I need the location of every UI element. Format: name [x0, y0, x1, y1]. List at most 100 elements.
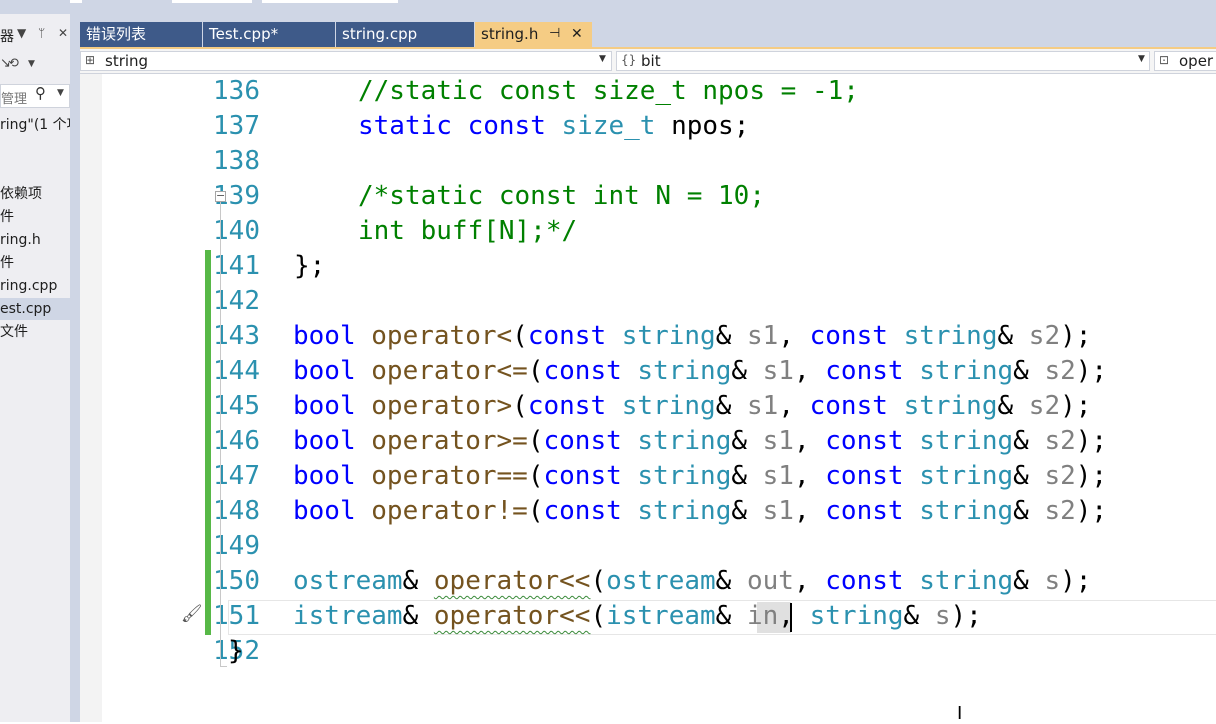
code-line-137: 137 static const size_t npos; [80, 109, 1216, 144]
tree-item[interactable]: 件 [0, 252, 70, 274]
type-name: size_t [561, 111, 656, 141]
code-line-150: 150 ostream& operator<<(ostream& out, co… [80, 564, 1216, 599]
code-line-136: 136 //static const size_t npos = -1; [80, 74, 1216, 109]
tree-item-selected[interactable]: est.cpp [0, 298, 70, 320]
tab-label: string.cpp [342, 25, 418, 43]
type-name: ostream [293, 566, 403, 596]
tab-test-cpp[interactable]: Test.cpp* [203, 22, 335, 47]
close-icon[interactable]: ✕ [571, 22, 583, 46]
close-paren: ); [1075, 426, 1108, 456]
tab-label: Test.cpp* [209, 25, 279, 43]
param-name: s2 [1028, 321, 1061, 351]
ampersand: & [1013, 356, 1029, 386]
param-name: s1 [762, 496, 794, 526]
ampersand: & [715, 321, 732, 351]
close-icon[interactable]: ✕ [58, 26, 68, 40]
pin-icon[interactable]: ᛘ [38, 26, 45, 40]
param-name: s [934, 601, 951, 631]
function-name: operator> [371, 391, 513, 421]
paren: ( [527, 496, 544, 526]
chevron-down-icon[interactable]: ▼ [599, 54, 606, 64]
ampersand: & [715, 391, 732, 421]
tree-item[interactable]: 依赖项 [0, 183, 70, 205]
close-paren: ); [1075, 356, 1108, 386]
paren: ( [527, 356, 544, 386]
ampersand: & [1013, 566, 1029, 596]
type-name: string [903, 391, 998, 421]
tree-item[interactable]: ring.h [0, 229, 70, 251]
param-name: out [746, 566, 794, 596]
title-strip-segment [70, 0, 82, 3]
member-dropdown[interactable]: {} bit ▼ [616, 51, 1150, 71]
panel-splitter[interactable] [70, 14, 80, 722]
tree-item[interactable]: ring"(1 个项 [0, 114, 70, 136]
brush-icon[interactable]: 🖌 [181, 604, 203, 624]
code-line-140: 140 int buff[N];*/ [80, 214, 1216, 249]
code-line-143: 143 bool operator<(const string& s1, con… [80, 319, 1216, 354]
keyword: static [358, 111, 452, 141]
code-text: } [228, 636, 244, 666]
dropdown-icon[interactable]: ▼ [17, 26, 26, 40]
keyword: const [825, 461, 904, 491]
type-name: string [903, 321, 998, 351]
search-input[interactable]: 管理 ⚲ ▼ [0, 84, 70, 108]
chevron-down-icon[interactable]: ▼ [57, 88, 64, 98]
title-strip [0, 0, 1216, 14]
ampersand: & [402, 601, 419, 631]
function-name: operator>= [371, 426, 528, 456]
line-number: 144 [213, 356, 260, 386]
keyword: const [809, 321, 888, 351]
chevron-down-icon[interactable]: ▼ [1138, 54, 1145, 64]
keyword: const [825, 426, 904, 456]
close-paren: ); [950, 601, 982, 631]
chevron-down-icon[interactable]: ▼ [28, 59, 35, 69]
code-editor[interactable]: 136 //static const size_t npos = -1; 137… [80, 74, 1216, 722]
pin-icon[interactable]: ⊣ [549, 22, 560, 46]
type-name: istream [606, 601, 716, 631]
tab-string-cpp[interactable]: string.cpp [336, 22, 474, 47]
keyword: bool [293, 391, 356, 421]
param-name: s2 [1044, 426, 1076, 456]
tree-item[interactable]: 件 [0, 206, 70, 228]
keyword: const [543, 356, 622, 386]
identifier: npos [671, 111, 734, 141]
function-name: operator!= [371, 496, 528, 526]
comma: , [778, 391, 810, 421]
keyword: const [527, 321, 607, 351]
ampersand: & [715, 566, 732, 596]
code-line-152: 152 } [80, 634, 1216, 669]
tab-error-list[interactable]: 错误列表 [80, 22, 202, 47]
tab-string-h[interactable]: string.h ⊣ ✕ [475, 22, 592, 47]
history-icon[interactable]: ⟲ [8, 56, 19, 71]
tree-item[interactable]: 文件 [0, 321, 70, 343]
function-dropdown[interactable]: ⊡ oper [1154, 51, 1216, 71]
tree-item[interactable]: ring.cpp [0, 275, 70, 297]
solution-explorer-title: 器 [0, 29, 14, 45]
line-number: 140 [213, 216, 260, 246]
keyword: const [809, 391, 888, 421]
line-number: 149 [213, 531, 260, 561]
search-icon[interactable]: ⚲ [35, 85, 46, 102]
outline-guide-end [220, 666, 227, 667]
param-name: s1 [747, 391, 779, 421]
collapse-icon[interactable]: − [215, 190, 226, 202]
line-number: 145 [213, 391, 260, 421]
line-number: 139 [213, 181, 260, 211]
scope-dropdown[interactable]: ⊞ string ▼ [80, 51, 612, 71]
comma: , [793, 496, 826, 526]
keyword: bool [293, 496, 356, 526]
code-text: }; [294, 251, 326, 281]
